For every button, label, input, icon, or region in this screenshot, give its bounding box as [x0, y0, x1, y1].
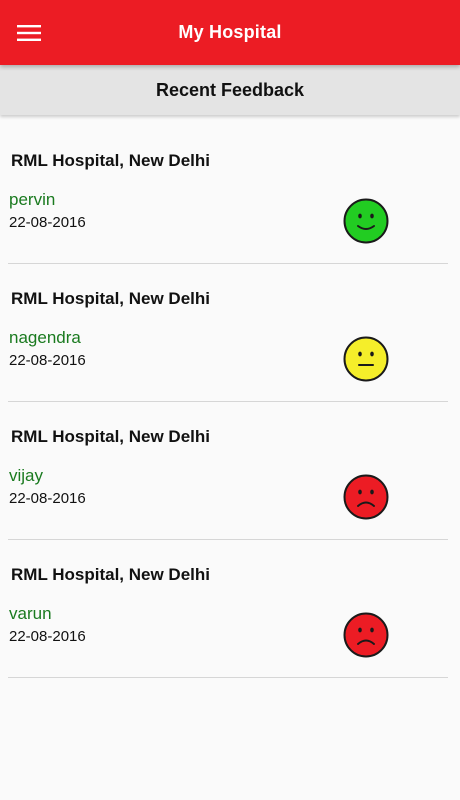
patient-name: varun — [9, 604, 52, 623]
feedback-date: 22-08-2016 — [9, 352, 86, 369]
hospital-name: RML Hospital, New Delhi — [11, 427, 210, 446]
patient-name: pervin — [9, 190, 56, 209]
sad-face-icon — [343, 474, 389, 520]
happy-face-icon — [343, 198, 389, 244]
patient-name: nagendra — [9, 328, 81, 347]
section-title: Recent Feedback — [155, 80, 305, 100]
feedback-date: 22-08-2016 — [9, 490, 86, 507]
feedback-card[interactable]: RML Hospital, New Delhi varun 22-08-2016 — [0, 540, 460, 678]
feedback-card[interactable]: RML Hospital, New Delhi nagendra 22-08-2… — [0, 264, 460, 402]
feedback-card[interactable]: RML Hospital, New Delhi vijay 22-08-2016 — [0, 402, 460, 540]
feedback-date: 22-08-2016 — [9, 214, 86, 231]
hospital-name: RML Hospital, New Delhi — [11, 289, 210, 308]
sad-face-icon — [343, 612, 389, 658]
divider — [8, 677, 448, 678]
hospital-name: RML Hospital, New Delhi — [11, 151, 210, 170]
section-header: Recent Feedback — [0, 65, 460, 115]
patient-name: vijay — [9, 466, 44, 485]
app-title: My Hospital — [178, 22, 282, 42]
hospital-name: RML Hospital, New Delhi — [11, 565, 210, 584]
app-bar: My Hospital — [0, 0, 460, 65]
neutral-face-icon — [343, 336, 389, 382]
feedback-card[interactable]: RML Hospital, New Delhi pervin 22-08-201… — [0, 126, 460, 264]
feedback-list: RML Hospital, New Delhi pervin 22-08-201… — [0, 126, 460, 678]
feedback-date: 22-08-2016 — [9, 628, 86, 645]
